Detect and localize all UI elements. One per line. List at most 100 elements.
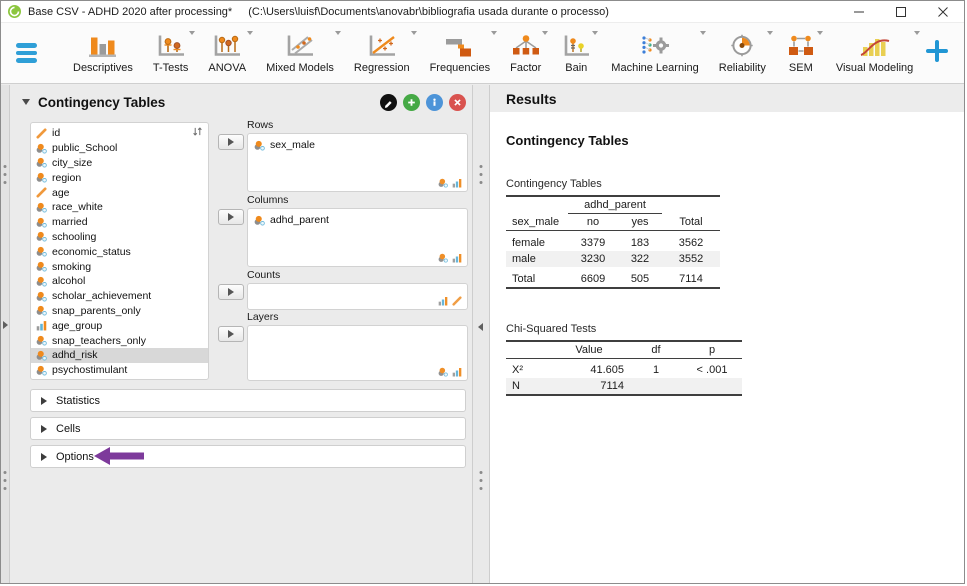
nominal-icon xyxy=(438,178,448,188)
add-module-button[interactable] xyxy=(926,40,948,67)
chevron-down-icon xyxy=(767,31,773,35)
assigned-variable[interactable]: sex_male xyxy=(248,134,467,151)
module-factor[interactable]: Factor xyxy=(500,30,551,74)
splitter-grip-icon[interactable] xyxy=(480,471,483,490)
variable-item[interactable]: snap_teachers_only xyxy=(31,333,208,348)
variable-item[interactable]: economic_status xyxy=(31,244,208,259)
variable-item[interactable]: smoking xyxy=(31,259,208,274)
open-data-panel-icon[interactable] xyxy=(3,321,8,329)
expand-icon xyxy=(41,453,47,461)
contingency-table-block: Contingency Tables adhd_parent sex_male … xyxy=(506,178,954,289)
edit-title-button[interactable] xyxy=(380,94,397,111)
nominal-icon xyxy=(36,246,47,257)
rows-drop-zone[interactable]: sex_male xyxy=(247,133,468,192)
scale-icon xyxy=(36,187,47,198)
chevron-down-icon xyxy=(189,31,195,35)
expand-options-icon[interactable] xyxy=(478,323,483,331)
nominal-icon xyxy=(36,291,47,302)
chevron-down-icon xyxy=(542,31,548,35)
factor-icon xyxy=(511,34,541,58)
module-bain[interactable]: Bain xyxy=(551,30,601,74)
window-title: Base CSV - ADHD 2020 after processing* xyxy=(28,6,232,18)
variable-item[interactable]: race_white xyxy=(31,200,208,215)
section-statistics[interactable]: Statistics xyxy=(30,389,466,412)
variable-item[interactable]: schooling xyxy=(31,230,208,245)
variable-item[interactable]: scholar_achievement xyxy=(31,289,208,304)
assign-to-layers-button[interactable] xyxy=(218,326,244,342)
reliability-icon xyxy=(727,34,757,58)
counts-zone-label: Counts xyxy=(247,269,280,281)
module-t-tests[interactable]: T-Tests xyxy=(143,30,198,74)
data-panel-splitter[interactable] xyxy=(1,85,10,583)
chi-squared-table: Value df p X² 41.605 1 < .001 xyxy=(506,340,742,397)
variable-item[interactable]: psychostimulant xyxy=(31,363,208,378)
mixed-models-icon xyxy=(285,34,315,58)
visual-modeling-icon xyxy=(860,34,890,58)
close-icon xyxy=(938,7,948,17)
maximize-button[interactable] xyxy=(880,1,922,22)
scale-icon xyxy=(452,296,462,306)
ordinal-icon xyxy=(438,296,448,306)
variable-item[interactable]: region xyxy=(31,170,208,185)
module-machine-learning[interactable]: Machine Learning xyxy=(601,30,708,74)
assign-to-counts-button[interactable] xyxy=(218,284,244,300)
analysis-info-button[interactable] xyxy=(426,94,443,111)
anova-icon xyxy=(212,34,242,58)
chevron-down-icon xyxy=(491,31,497,35)
nominal-icon xyxy=(36,217,47,228)
sort-variables-button[interactable] xyxy=(192,126,203,140)
module-anova[interactable]: ANOVA xyxy=(198,30,256,74)
main-menu-button[interactable] xyxy=(1,23,51,83)
variable-item[interactable]: alcohol xyxy=(31,274,208,289)
duplicate-analysis-button[interactable] xyxy=(403,94,420,111)
module-descriptives[interactable]: Descriptives xyxy=(63,30,143,74)
layers-drop-zone[interactable] xyxy=(247,325,468,381)
nominal-icon xyxy=(36,231,47,242)
columns-drop-zone[interactable]: adhd_parent xyxy=(247,208,468,267)
analysis-options-panel: Contingency Tables xyxy=(10,85,472,583)
nominal-icon xyxy=(438,367,448,377)
title-bar: Base CSV - ADHD 2020 after processing* (… xyxy=(1,1,964,23)
results-splitter[interactable] xyxy=(472,85,490,583)
variable-item[interactable]: public_School xyxy=(31,141,208,156)
sem-icon xyxy=(786,34,816,58)
variable-item[interactable]: id xyxy=(31,126,208,141)
assign-to-columns-button[interactable] xyxy=(218,209,244,225)
module-sem[interactable]: SEM xyxy=(776,30,826,74)
frequencies-icon xyxy=(445,34,475,58)
contingency-table: adhd_parent sex_male no yes Total xyxy=(506,195,720,289)
nominal-icon xyxy=(36,261,47,272)
chi-squared-table-caption: Chi-Squared Tests xyxy=(506,323,954,335)
nominal-icon xyxy=(438,253,448,263)
close-button[interactable] xyxy=(922,1,964,22)
assigned-variable[interactable]: adhd_parent xyxy=(248,209,467,226)
collapse-analysis-icon[interactable] xyxy=(22,99,30,105)
plus-icon xyxy=(926,40,948,62)
window-file-path: (C:\Users\luisf\Documents\anovabr\biblio… xyxy=(248,6,609,18)
remove-analysis-button[interactable] xyxy=(449,94,466,111)
module-frequencies[interactable]: Frequencies xyxy=(420,30,501,74)
splitter-grip-icon[interactable] xyxy=(480,165,483,184)
splitter-grip-icon[interactable] xyxy=(4,471,7,490)
section-cells[interactable]: Cells xyxy=(30,417,466,440)
minimize-button[interactable] xyxy=(838,1,880,22)
variable-item[interactable]: age_group xyxy=(31,318,208,333)
ribbon-toolbar: Descriptives T-Tests ANOVA Mixed Models xyxy=(1,23,964,84)
nominal-icon xyxy=(36,157,47,168)
variable-item-selected[interactable]: adhd_risk xyxy=(31,348,208,363)
module-reliability[interactable]: Reliability xyxy=(709,30,776,74)
variable-item[interactable]: married xyxy=(31,215,208,230)
pencil-icon xyxy=(383,97,394,108)
counts-drop-zone[interactable] xyxy=(247,283,468,310)
arrow-right-icon xyxy=(228,213,234,221)
splitter-grip-icon[interactable] xyxy=(4,165,7,184)
table-row: male 3230 322 3552 xyxy=(506,251,720,267)
maximize-icon xyxy=(896,7,906,17)
module-regression[interactable]: Regression xyxy=(344,30,420,74)
variable-item[interactable]: city_size xyxy=(31,156,208,171)
variable-item[interactable]: snap_parents_only xyxy=(31,304,208,319)
module-visual-modeling[interactable]: Visual Modeling xyxy=(826,30,923,74)
assign-to-rows-button[interactable] xyxy=(218,134,244,150)
variable-item[interactable]: age xyxy=(31,185,208,200)
module-mixed-models[interactable]: Mixed Models xyxy=(256,30,344,74)
